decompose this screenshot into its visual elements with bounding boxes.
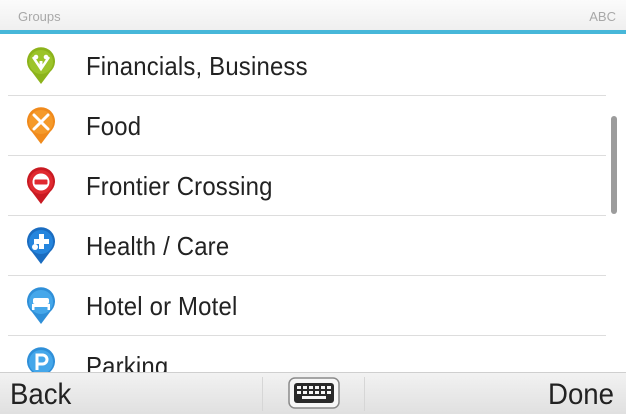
list-item-financials-business[interactable]: Financials, Business [0,36,606,96]
list-item-health-care[interactable]: Health / Care [0,216,606,276]
done-button[interactable]: Done [393,373,614,415]
input-mode-indicator: ABC [589,9,616,24]
list-item-label: Food [86,111,142,141]
parking-pin-icon [27,347,55,372]
header-bar: Groups ABC [0,0,626,34]
list-scrollbar[interactable] [611,116,617,214]
keyboard-icon[interactable] [288,376,340,410]
bottom-bar: Back Done [0,372,626,414]
cutlery-pin-icon [27,107,55,144]
list-item-parking[interactable]: Parking [0,336,606,372]
list-item-frontier-crossing[interactable]: Frontier Crossing [0,156,606,216]
header-title: Groups [18,9,61,24]
groups-list[interactable]: Financials, Business Food Frontier Cross… [0,34,626,372]
list-item-label: Frontier Crossing [86,171,273,201]
list-item-food[interactable]: Food [0,96,606,156]
list-item-label: Financials, Business [86,51,308,81]
bed-pin-icon [27,287,55,324]
back-button[interactable]: Back [10,373,231,415]
list-item-label: Parking [86,351,169,372]
divider [262,377,263,411]
medical-cross-pin-icon [27,227,55,264]
list-item-label: Health / Care [86,231,230,261]
money-pin-icon [27,47,55,84]
divider [364,377,365,411]
list-item-hotel-or-motel[interactable]: Hotel or Motel [0,276,606,336]
no-entry-pin-icon [27,167,55,204]
list-item-label: Hotel or Motel [86,291,238,321]
